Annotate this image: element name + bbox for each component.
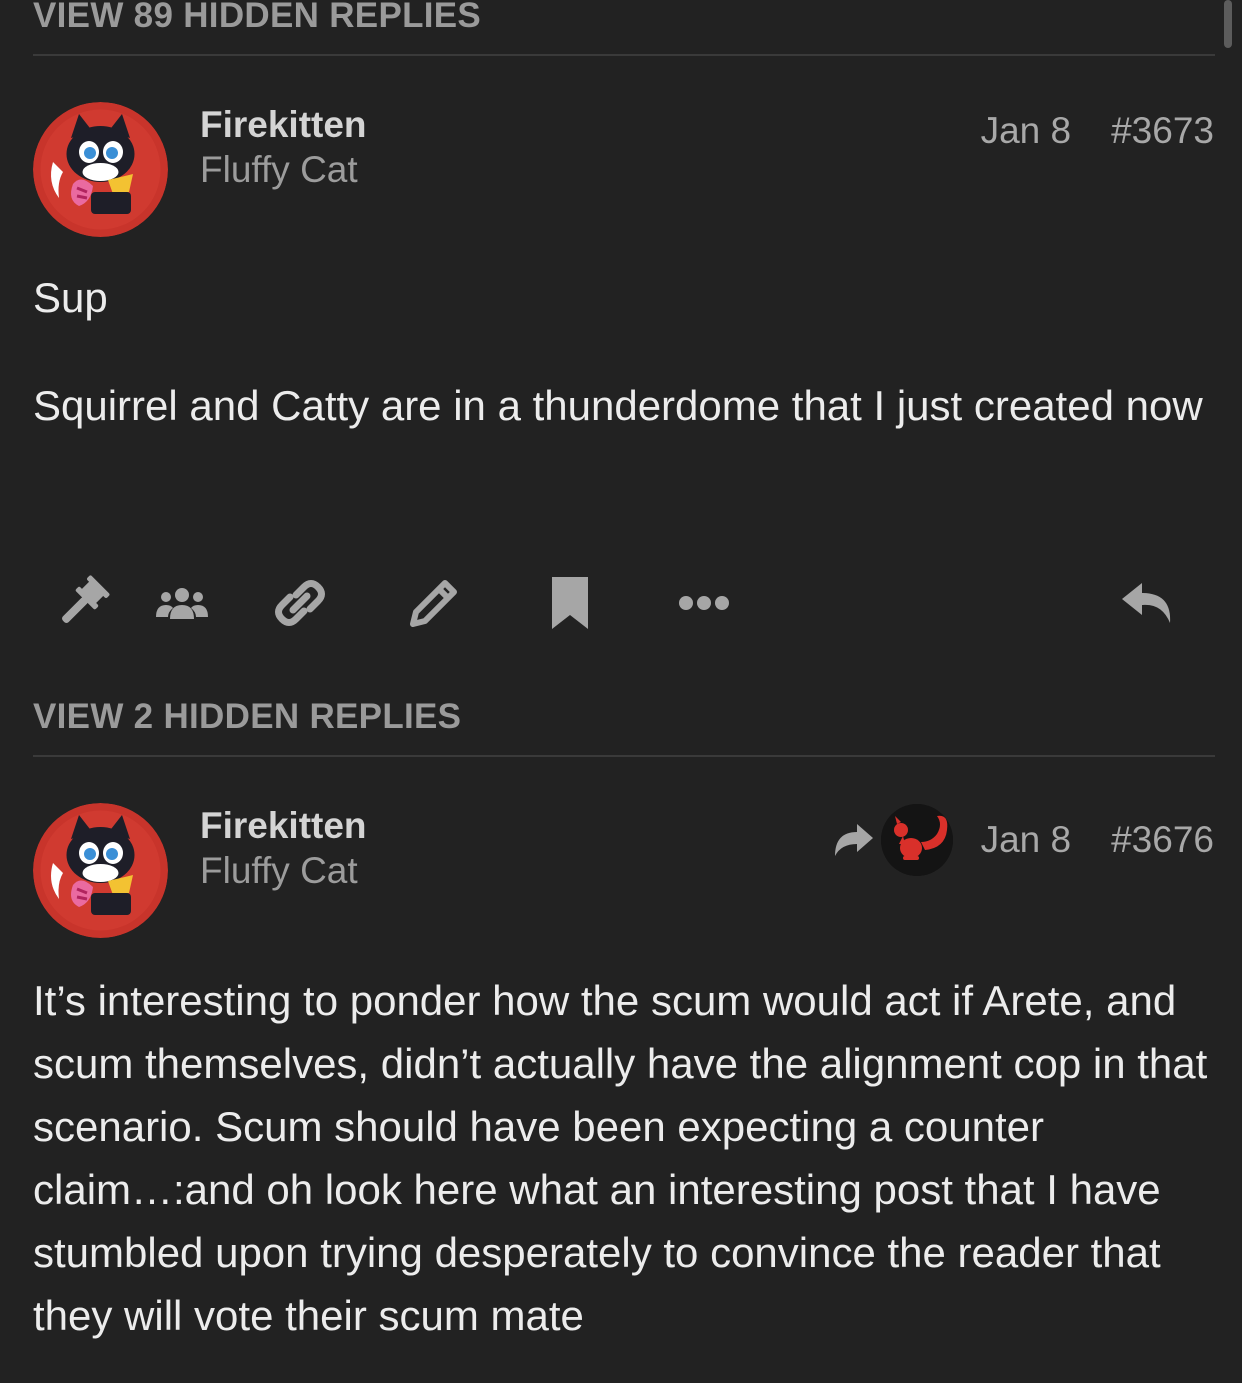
- post-paragraph: Sup: [33, 274, 108, 321]
- pencil-icon: [410, 580, 457, 627]
- divider: [33, 755, 1215, 757]
- post-actions: [0, 568, 1242, 638]
- avatar[interactable]: [33, 803, 168, 938]
- reply-icon: [1122, 583, 1171, 623]
- bookmark-button[interactable]: [540, 568, 600, 638]
- reply-button[interactable]: [1114, 568, 1182, 638]
- user-title: Fluffy Cat: [200, 850, 358, 891]
- avatar[interactable]: [33, 102, 168, 237]
- post-date[interactable]: Jan 8: [981, 110, 1072, 152]
- gavel-button[interactable]: [52, 568, 112, 638]
- bookmark-icon: [552, 577, 588, 629]
- username[interactable]: Firekitten: [200, 805, 367, 847]
- reply-to-tab[interactable]: [831, 804, 953, 876]
- edit-button[interactable]: [402, 568, 466, 638]
- post-paragraph: Squirrel and Catty are in a thunderdome …: [33, 382, 1203, 429]
- scrollbar[interactable]: [1224, 0, 1232, 48]
- group-icon: [156, 588, 208, 619]
- post-paragraph: It’s interesting to ponder how the scum …: [33, 977, 1208, 1339]
- divider: [33, 54, 1215, 56]
- post-meta: Jan 8 #3676: [831, 804, 1214, 876]
- post-number[interactable]: #3676: [1111, 819, 1214, 861]
- more-icon: [679, 596, 729, 610]
- post-body: It’s interesting to ponder how the scum …: [33, 969, 1213, 1347]
- gavel-icon: [62, 575, 110, 623]
- copy-link-button[interactable]: [268, 568, 332, 638]
- share-arrow-icon: [834, 824, 873, 856]
- participants-button[interactable]: [150, 568, 214, 638]
- squirrel-icon: [880, 804, 953, 876]
- post-body: Sup Squirrel and Catty are in a thunderd…: [33, 266, 1213, 437]
- post-number[interactable]: #3673: [1111, 110, 1214, 152]
- post-meta: Jan 8 #3673: [981, 110, 1214, 152]
- reply-to-avatar: [880, 804, 953, 876]
- post-date[interactable]: Jan 8: [981, 819, 1072, 861]
- link-icon: [275, 580, 325, 626]
- username[interactable]: Firekitten: [200, 104, 367, 146]
- view-hidden-replies-middle[interactable]: VIEW 2 HIDDEN REPLIES: [33, 697, 1215, 737]
- cat-avatar-icon: [33, 803, 168, 938]
- more-button[interactable]: [672, 568, 736, 638]
- user-title: Fluffy Cat: [200, 149, 358, 190]
- view-hidden-replies-top[interactable]: VIEW 89 HIDDEN REPLIES: [33, 0, 1215, 36]
- cat-avatar-icon: [33, 102, 168, 237]
